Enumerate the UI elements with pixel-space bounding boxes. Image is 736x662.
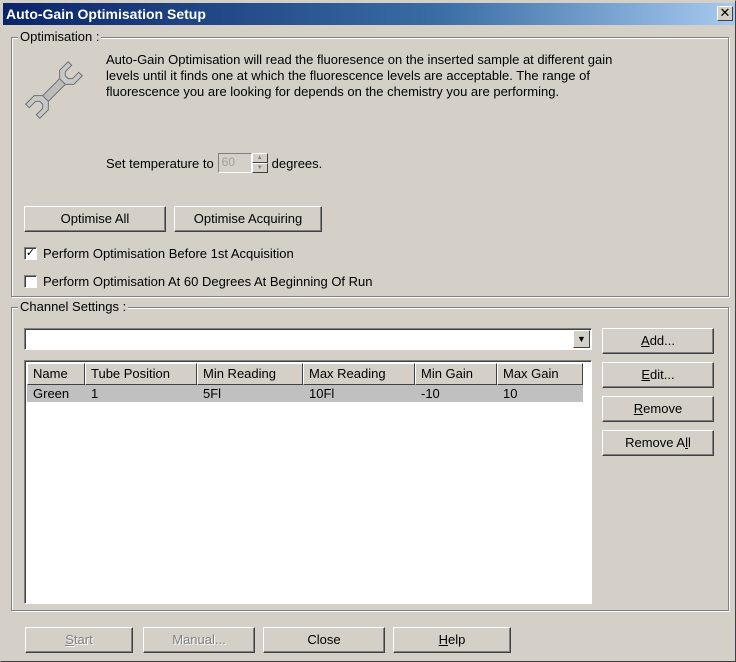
manual-button[interactable]: Manual... xyxy=(143,627,255,653)
list-header: Name Tube Position Min Reading Max Readi… xyxy=(27,363,583,385)
column-name[interactable]: Name xyxy=(27,363,85,385)
cell-max-reading: 10Fl xyxy=(309,386,335,401)
title-bar[interactable]: Auto-Gain Optimisation Setup ✕ xyxy=(3,3,735,25)
table-row[interactable]: Green 1 5Fl 10Fl -10 10 xyxy=(27,385,583,402)
wrench-icon xyxy=(25,61,83,119)
temperature-input[interactable]: 60 xyxy=(217,153,252,173)
remove-all-pre: Remove A xyxy=(625,435,686,450)
column-min-gain[interactable]: Min Gain xyxy=(415,363,497,385)
optimisation-group: Optimisation : Auto-Gain Optimisation wi… xyxy=(11,29,729,297)
spin-up-icon[interactable]: ▲ xyxy=(251,153,268,163)
temperature-prefix: Set temperature to xyxy=(106,155,214,171)
check-at60-label[interactable]: Perform Optimisation At 60 Degrees At Be… xyxy=(43,274,373,289)
remove-all-button[interactable]: Remove All xyxy=(602,430,714,456)
cell-max-gain: 10 xyxy=(503,386,518,401)
close-button[interactable]: Close xyxy=(263,627,385,653)
edit-button[interactable]: Edit... xyxy=(602,362,714,388)
check-before-row[interactable]: ✓ Perform Optimisation Before 1st Acquis… xyxy=(24,244,294,262)
temperature-spinner[interactable]: ▲ ▼ xyxy=(251,153,268,173)
optimise-acquiring-button[interactable]: Optimise Acquiring xyxy=(174,206,322,232)
start-button[interactable]: Start xyxy=(25,627,133,653)
cell-min-reading: 5Fl xyxy=(203,386,222,401)
remove-mnemonic: R xyxy=(633,401,644,416)
remove-label-rest: emove xyxy=(643,401,683,416)
check-at60-checkbox[interactable] xyxy=(24,274,37,288)
close-icon[interactable]: ✕ xyxy=(717,6,733,21)
add-label-rest: dd... xyxy=(649,333,675,348)
optimise-all-button[interactable]: Optimise All xyxy=(24,206,166,232)
column-max-gain[interactable]: Max Gain xyxy=(497,363,583,385)
cell-min-gain: -10 xyxy=(421,386,440,401)
check-at60-row[interactable]: Perform Optimisation At 60 Degrees At Be… xyxy=(24,272,373,290)
channel-settings-legend: Channel Settings : xyxy=(18,299,129,314)
channel-settings-group: Channel Settings : ▼ Name Tube Position … xyxy=(11,299,729,611)
add-button[interactable]: Add... xyxy=(602,328,714,354)
channel-list[interactable]: Name Tube Position Min Reading Max Readi… xyxy=(24,360,592,604)
temperature-row: Set temperature to 60 ▲ ▼ degrees. xyxy=(106,152,322,174)
check-before-label[interactable]: Perform Optimisation Before 1st Acquisit… xyxy=(43,246,294,261)
check-before-checkbox[interactable]: ✓ xyxy=(24,246,37,260)
optimisation-legend: Optimisation : xyxy=(18,29,102,44)
column-tube-position[interactable]: Tube Position xyxy=(85,363,197,385)
start-mnemonic: S xyxy=(65,632,74,647)
column-max-reading[interactable]: Max Reading xyxy=(303,363,415,385)
add-mnemonic: A xyxy=(641,333,650,348)
spin-down-icon[interactable]: ▼ xyxy=(251,163,268,173)
column-min-reading[interactable]: Min Reading xyxy=(197,363,303,385)
help-button[interactable]: Help xyxy=(393,627,511,653)
temperature-suffix: degrees. xyxy=(271,155,323,171)
start-label-rest: tart xyxy=(73,632,93,647)
remove-all-post: l xyxy=(687,435,691,450)
help-mnemonic: H xyxy=(438,632,449,647)
remove-button[interactable]: Remove xyxy=(602,396,714,422)
cell-tube-position: 1 xyxy=(91,386,99,401)
help-label-rest: elp xyxy=(448,632,466,647)
channel-combo[interactable]: ▼ xyxy=(24,328,592,350)
optimisation-description: Auto-Gain Optimisation will read the flu… xyxy=(106,52,613,99)
dialog-window: Auto-Gain Optimisation Setup ✕ Optimisat… xyxy=(0,0,736,662)
edit-label-rest: dit... xyxy=(650,367,675,382)
edit-mnemonic: E xyxy=(641,367,651,382)
dropdown-arrow-icon[interactable]: ▼ xyxy=(573,330,590,348)
cell-name: Green xyxy=(33,386,70,401)
window-title: Auto-Gain Optimisation Setup xyxy=(6,6,206,22)
